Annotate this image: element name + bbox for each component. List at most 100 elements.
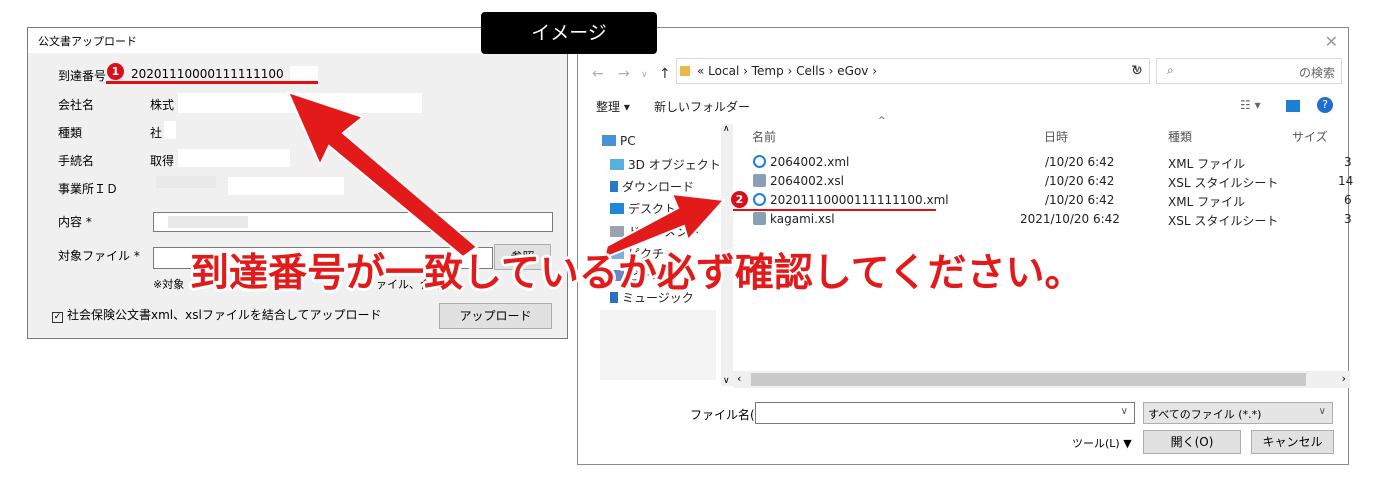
redacted-block [228,177,344,195]
file-size: 6 [1344,193,1352,207]
instruction-headline: 到達番号が一致しているか必ず確認してください。 [190,251,1084,296]
path-egov[interactable]: eGov [837,64,868,78]
preview-pane-icon[interactable] [1286,100,1300,112]
filetype-value: すべてのファイル (*.*) [1148,408,1262,421]
organize-button[interactable]: 整理 ▾ [596,98,630,115]
scroll-up-icon[interactable]: ∧ [723,124,730,134]
tools-menu[interactable]: ツール(L) ▼ [1072,435,1132,451]
nav-item-3d-objects[interactable]: 3D オブジェクト [610,156,721,173]
scrollbar-thumb[interactable] [751,373,1306,386]
upload-button[interactable]: アップロード [439,303,552,329]
nav-item-label: ダウンロード [622,180,695,194]
cancel-button[interactable]: キャンセル [1251,430,1334,454]
file-row[interactable]: kagami.xsl 2021/10/20 6:42 XSL スタイルシート 3 [750,210,1352,229]
column-header-size[interactable]: サイズ [1292,128,1328,145]
help-icon[interactable]: ? [1317,97,1333,113]
back-arrow-icon[interactable]: ← [592,66,604,82]
download-arrow-icon [610,181,618,192]
nav-item-downloads[interactable]: ダウンロード [610,178,694,195]
open-button[interactable]: 開く(O) [1143,430,1241,454]
filename-input[interactable]: ∨ [755,402,1135,424]
forward-arrow-icon[interactable]: → [618,66,630,82]
filetype-select[interactable]: すべてのファイル (*.*) ∨ [1143,402,1333,424]
form-title: 公文書アップロード [38,35,137,48]
refresh-icon[interactable]: ↻ [1124,58,1150,84]
sort-indicator-icon: ^ [878,116,886,126]
redacted-block [960,112,1046,152]
view-options-icon[interactable]: ☷ ▾ [1240,98,1261,112]
nav-item-label: ドキュメント [628,225,701,239]
procedure-value: 取得 [150,154,175,168]
file-date: 2021/10/20 6:42 [1020,212,1120,226]
nav-item-pc[interactable]: PC [602,134,636,148]
new-folder-button[interactable]: 新しいフォルダー [654,98,750,115]
recent-chevron-icon[interactable]: ∨ [641,70,648,80]
up-arrow-icon[interactable]: ↑ [659,66,671,82]
file-row[interactable]: 2064002.xsl /10/20 6:42 XSL スタイルシート 14 [750,172,1353,191]
path-temp[interactable]: Temp [752,64,784,78]
content-input[interactable] [153,212,553,232]
file-name: 2064002.xsl [770,174,844,188]
badge-2: 2 [731,191,748,208]
path-overflow-icon[interactable]: « [697,64,704,78]
procedure-label: 手続名 [58,154,95,168]
merge-checkbox-label: 社会保険公文書xml、xslファイルを結合してアップロード [67,308,382,322]
address-bar[interactable]: « Local › Temp › Cells › eGov › ∨ [676,58,1150,84]
ie-xml-file-icon [753,155,766,168]
path-local[interactable]: Local [708,64,739,78]
checkbox-check-icon: ✓ [52,312,63,323]
file-row[interactable]: 2064002.xml /10/20 6:42 XML ファイル 3 [750,153,1352,172]
arrival-number-label: 到達番号 [58,69,107,83]
horizontal-scrollbar[interactable]: ‹ › [733,371,1350,388]
file-type: XML ファイル [1168,195,1246,209]
tools-label: ツール(L) [1072,437,1120,450]
close-icon[interactable]: ✕ [1325,32,1338,51]
search-box[interactable]: ⌕ の検索 [1156,58,1342,84]
file-size: 3 [1344,212,1352,226]
merge-checkbox[interactable]: ✓ 社会保険公文書xml、xslファイルを結合してアップロード [52,306,381,323]
documents-icon [610,226,624,237]
tools-dropdown-icon: ▼ [1123,437,1132,450]
search-suffix: の検索 [1298,66,1335,80]
3d-objects-icon [610,159,624,170]
folder-icon [680,66,690,76]
company-label: 会社名 [58,98,95,112]
type-label: 種類 [58,126,83,140]
content-label: 内容 * [58,215,92,229]
file-date: /10/20 6:42 [1045,174,1115,188]
redacted-block [168,216,248,228]
redacted-block [290,66,318,80]
nav-item-label: PC [620,134,636,148]
scroll-right-icon[interactable]: › [1342,372,1346,385]
filename-dropdown-icon[interactable]: ∨ [1121,406,1128,417]
file-type: XSL スタイルシート [1168,176,1279,190]
file-date: /10/20 6:42 [1045,193,1115,207]
redacted-block [156,176,216,188]
image-label-tag: イメージ [481,12,657,54]
column-header-type[interactable]: 種類 [1168,128,1192,145]
file-name: 2064002.xml [770,155,850,169]
file-name: kagami.xsl [770,212,835,226]
file-date: /10/20 6:42 [1045,155,1115,169]
nav-item-desktop[interactable]: デスクトップ [610,200,700,217]
path-cells[interactable]: Cells [796,64,825,78]
file-underline [733,209,936,211]
scroll-left-icon[interactable]: ‹ [737,372,741,385]
badge-1: 1 [107,63,124,80]
office-id-label: 事業所ＩＤ [58,182,119,196]
redacted-block [600,310,716,380]
xsl-file-icon [753,174,766,187]
pc-icon [602,135,616,146]
column-header-date[interactable]: 日時 [1044,128,1068,145]
column-header-name[interactable]: 名前 [752,128,776,145]
redacted-block [164,121,176,139]
file-row-highlighted[interactable]: 20201110000111111100.xml /10/20 6:42 XML… [750,191,1352,210]
ie-xml-file-icon [753,193,766,206]
company-value: 株式 [150,98,175,112]
nav-item-documents[interactable]: ドキュメント [610,223,700,240]
arrival-number-underline [106,81,318,84]
file-type: XML ファイル [1168,157,1246,171]
scroll-down-icon[interactable]: ∨ [723,376,730,386]
search-icon: ⌕ [1167,63,1174,77]
file-size: 3 [1344,155,1352,169]
